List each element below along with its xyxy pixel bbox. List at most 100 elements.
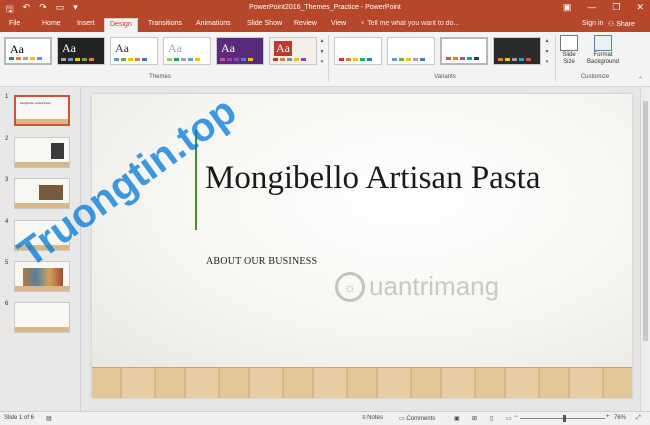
notes-label: Notes <box>367 415 383 421</box>
themes-scroll: ▲ ▼ ▾ <box>318 38 326 65</box>
theme-light-thumbnail[interactable]: Aa <box>110 37 158 65</box>
share-label: Share <box>616 21 635 28</box>
customize-group-label: Customize <box>580 74 610 80</box>
variant-4-thumbnail[interactable] <box>493 37 541 65</box>
watermark-bulb-icon: ☼ <box>335 271 365 302</box>
zoom-in-icon[interactable]: + <box>606 414 610 420</box>
scrollbar-thumb[interactable] <box>643 101 648 341</box>
format-background-icon <box>594 35 612 51</box>
slide-preview <box>14 302 70 333</box>
slide-number: 2 <box>5 136 9 142</box>
slide-preview-image <box>51 143 64 159</box>
tab-home[interactable]: Home <box>37 19 66 30</box>
maximize-icon[interactable]: ❐ <box>612 2 620 13</box>
tab-animations[interactable]: Animations <box>191 19 236 30</box>
tell-me-box[interactable]: ♀ Tell me what you want to do... <box>360 20 459 27</box>
design-ribbon: Aa Aa Aa Aa Aa Aa ▲ ▼ ▾ Themes ▲ ▼ ▾ Var… <box>0 32 650 87</box>
themes-group-label: Themes <box>149 74 171 80</box>
title-bar: 🖫 ↶ ↷ ▭ ▾ PowerPoint2016_Themes_Practice… <box>0 0 650 17</box>
window-controls: ▣ — ❐ ✕ <box>563 2 644 13</box>
theme-dark-thumbnail[interactable]: Aa <box>57 37 105 65</box>
slide-sorter-icon[interactable]: ⊞ <box>472 415 477 422</box>
theme-sample-text: Aa <box>115 41 129 55</box>
slide-number: 5 <box>5 260 9 266</box>
share-button[interactable]: ⚇ Share <box>608 20 635 28</box>
slide-size-button[interactable]: Slide Size <box>558 35 580 66</box>
theme-purple-thumbnail[interactable]: Aa <box>216 37 264 65</box>
more-variants-icon[interactable]: ▾ <box>546 59 549 65</box>
sign-in-link[interactable]: Sign in <box>582 20 603 27</box>
theme-sample-text: Aa <box>62 41 76 55</box>
theme-green-thumbnail[interactable]: Aa <box>163 37 211 65</box>
slide-preview-image <box>39 185 63 200</box>
slide-number: 3 <box>5 177 9 183</box>
format-background-button[interactable]: Format Background <box>583 35 623 66</box>
slide-number: 1 <box>5 94 9 100</box>
slide-size-icon <box>560 35 578 51</box>
theme-office-thumbnail[interactable]: Aa <box>4 37 52 65</box>
slide-preview-floor <box>15 327 69 332</box>
tab-transitions[interactable]: Transitions <box>143 19 187 30</box>
zoom-slider-thumb[interactable] <box>563 415 566 422</box>
comments-label: Comments <box>406 416 436 422</box>
divider <box>328 35 329 81</box>
slide-preview-title: Mongibello Artisan Pasta <box>20 101 51 105</box>
tab-file[interactable]: File <box>4 19 25 30</box>
close-icon[interactable]: ✕ <box>636 2 644 13</box>
more-themes-icon[interactable]: ▾ <box>321 59 324 65</box>
zoom-level[interactable]: 76% <box>614 415 626 421</box>
ribbon-display-options-icon[interactable]: ▣ <box>563 2 572 13</box>
tell-me-text: Tell me what you want to do... <box>367 20 460 27</box>
slide-count: Slide 1 of 6 <box>4 415 35 421</box>
tab-slide-show[interactable]: Slide Show <box>242 19 287 30</box>
slide-preview: Mongibello Artisan Pasta <box>14 95 70 126</box>
format-background-label: Format Background <box>586 52 620 65</box>
slideshow-view-icon[interactable]: ▭ <box>506 415 512 422</box>
comments-button[interactable]: ▭ Comments <box>399 415 435 422</box>
tab-review[interactable]: Review <box>289 19 322 30</box>
scroll-up-icon[interactable]: ▲ <box>545 38 550 44</box>
vertical-scrollbar[interactable] <box>640 87 650 411</box>
tab-view[interactable]: View <box>326 19 351 30</box>
variant-2-thumbnail[interactable] <box>387 37 435 65</box>
scroll-up-icon[interactable]: ▲ <box>320 38 325 44</box>
divider <box>555 35 556 81</box>
variants-group-label: Variants <box>434 74 456 80</box>
scroll-down-icon[interactable]: ▼ <box>545 49 550 55</box>
wood-floor-strip <box>92 367 632 398</box>
tab-insert[interactable]: Insert <box>72 19 100 30</box>
theme-sample-text: Aa <box>168 41 182 55</box>
slide-number: 6 <box>5 301 9 307</box>
theme-sample-text: Aa <box>10 42 24 56</box>
window-title: PowerPoint2016_Themes_Practice - PowerPo… <box>249 4 401 11</box>
collapse-ribbon-icon[interactable]: ⌃ <box>638 76 643 83</box>
notes-button[interactable]: ≡ Notes <box>362 415 383 421</box>
watermark-quantrimang: ☼ uantrimang <box>335 271 499 302</box>
spelling-check-icon[interactable]: ▤ <box>46 415 52 422</box>
ribbon-tabs: File Home Insert Design Transitions Anim… <box>0 17 650 32</box>
variant-3-thumbnail[interactable] <box>440 37 488 65</box>
reading-view-icon[interactable]: ▯ <box>490 415 493 422</box>
scroll-down-icon[interactable]: ▼ <box>320 49 325 55</box>
theme-sample-text: Aa <box>221 41 235 55</box>
minimize-icon[interactable]: — <box>587 2 596 13</box>
normal-view-icon[interactable]: ▣ <box>454 415 460 422</box>
slide-subtitle[interactable]: ABOUT OUR BUSINESS <box>206 256 317 267</box>
slide-preview-floor <box>15 286 69 291</box>
fit-slide-icon[interactable]: ⤢ <box>636 415 641 422</box>
tab-design[interactable]: Design <box>104 18 138 32</box>
variants-scroll: ▲ ▼ ▾ <box>543 38 551 65</box>
slide-preview-floor <box>16 119 68 124</box>
share-icon: ⚇ <box>608 21 617 28</box>
theme-sample-text: Aa <box>274 41 292 56</box>
status-bar: Slide 1 of 6 ▤ ≡ Notes ▭ Comments ▣ ⊞ ▯ … <box>0 411 650 425</box>
slide-number: 4 <box>5 219 9 225</box>
watermark-text: uantrimang <box>369 271 500 301</box>
slide-preview <box>14 137 70 168</box>
slide-title[interactable]: Mongibello Artisan Pasta <box>205 160 625 196</box>
variant-1-thumbnail[interactable] <box>334 37 382 65</box>
slide-size-label: Slide Size <box>562 52 576 65</box>
zoom-out-icon[interactable]: − <box>514 414 518 420</box>
theme-red-thumbnail[interactable]: Aa <box>269 37 317 65</box>
slide-preview-floor <box>15 162 69 167</box>
